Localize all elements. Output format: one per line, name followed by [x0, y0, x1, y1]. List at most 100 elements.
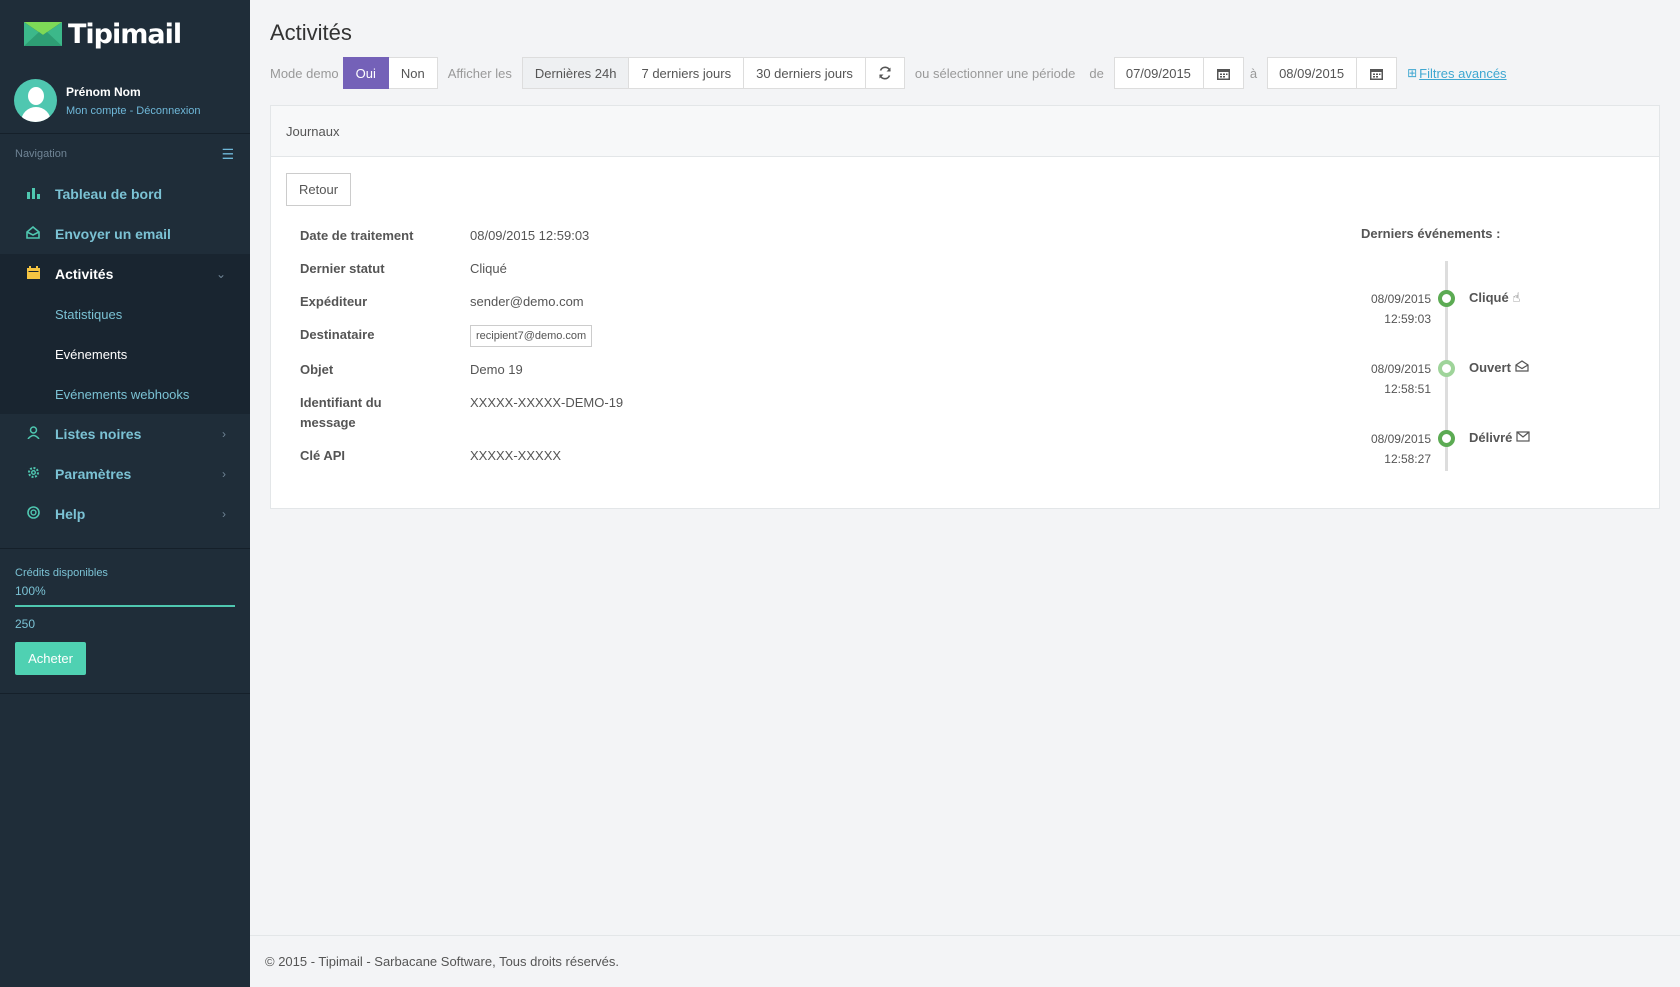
sidebar-subitem-webhook-events[interactable]: Evénements webhooks	[0, 374, 250, 414]
detail-row: Date de traitement 08/09/2015 12:59:03	[300, 226, 820, 246]
detail-key: Identifiant du message	[300, 395, 382, 430]
sidebar-item-send-email[interactable]: Envoyer un email	[0, 214, 250, 254]
from-calendar-button[interactable]	[1203, 57, 1244, 89]
brand-logo[interactable]: Tipimail	[0, 0, 250, 68]
sidebar-item-label: Help	[55, 506, 86, 522]
calendar-icon	[1370, 68, 1384, 80]
logs-panel: Journaux Retour Date de traitement 08/09…	[270, 105, 1660, 509]
brand-name: Tipimail	[68, 18, 182, 50]
events-timeline: 08/09/2015 12:59:03 Cliqué ☝ 08/09/2015 …	[1361, 261, 1661, 471]
copyright-text: © 2015 - Tipimail - Sarbacane Software, …	[265, 954, 619, 969]
demo-yes-button[interactable]: Oui	[342, 57, 389, 89]
chevron-right-icon: ›	[222, 507, 226, 521]
timeline-event: 08/09/2015 12:59:03 Cliqué ☝	[1361, 286, 1661, 326]
detail-row: Objet Demo 19	[300, 360, 820, 380]
envelope-icon	[1516, 431, 1530, 442]
event-date: 08/09/2015	[1370, 362, 1431, 376]
sidebar-item-dashboard[interactable]: Tableau de bord	[0, 174, 250, 214]
plus-square-icon[interactable]: ⊞	[1407, 66, 1417, 80]
sidebar-item-help[interactable]: Help ›	[0, 494, 250, 534]
user-block: Prénom Nom Mon compte - Déconnexion	[0, 68, 250, 134]
gear-icon	[24, 466, 42, 482]
sidebar-item-blacklists[interactable]: Listes noires ›	[0, 414, 250, 454]
detail-key: Dernier statut	[300, 261, 385, 276]
to-calendar-button[interactable]	[1357, 57, 1398, 89]
envelope-open-icon	[1514, 360, 1529, 372]
event-date: 08/09/2015	[1370, 292, 1431, 306]
panel-title: Journaux	[271, 106, 1659, 157]
period-label: ou sélectionner une période	[914, 65, 1076, 81]
refresh-button[interactable]	[865, 57, 905, 89]
sidebar-item-label: Envoyer un email	[55, 226, 171, 242]
user-name: Prénom Nom	[66, 84, 141, 99]
sidebar-subitem-statistics[interactable]: Statistiques	[0, 294, 250, 334]
sidebar-item-label: Listes noires	[55, 426, 142, 442]
detail-key: Clé API	[300, 448, 346, 463]
detail-row: Dernier statut Cliqué	[300, 259, 820, 279]
avatar[interactable]	[14, 79, 57, 122]
sidebar: Tipimail Prénom Nom Mon compte - Déconne…	[0, 0, 250, 987]
envelope-open-icon	[24, 225, 42, 242]
nav-heading: Navigation ☰	[0, 134, 250, 174]
recipient-tag: recipient7@demo.com	[470, 325, 593, 347]
detail-key: Expéditeur	[300, 294, 368, 309]
demo-mode-label: Mode demo	[270, 65, 339, 81]
lifebuoy-icon	[24, 506, 42, 522]
timeline-event: 08/09/2015 12:58:51 Ouvert	[1361, 356, 1661, 396]
to-date-input[interactable]: 08/09/2015	[1267, 57, 1358, 89]
detail-value: Demo 19	[470, 362, 523, 377]
events-title: Derniers événements :	[1361, 226, 1501, 241]
chevron-down-icon: ⌄	[215, 267, 226, 281]
event-details: Date de traitement 08/09/2015 12:59:03 D…	[300, 226, 820, 466]
event-time: 12:58:27	[1384, 452, 1431, 466]
detail-key: Objet	[300, 362, 334, 377]
pointer-hand-icon: ☝	[1512, 290, 1521, 305]
credits-label: Crédits disponibles	[15, 567, 108, 579]
detail-value: Cliqué	[470, 261, 507, 276]
detail-row: Clé API XXXXX-XXXXX	[300, 446, 820, 466]
menu-collapse-icon[interactable]: ☰	[221, 146, 234, 163]
logo-envelope-icon	[24, 22, 62, 46]
timeline-event: 08/09/2015 12:58:27 Délivré	[1361, 426, 1661, 466]
sidebar-item-label: Paramètres	[55, 466, 132, 482]
calendar-icon	[1216, 68, 1230, 80]
advanced-filters-link[interactable]: Filtres avancés	[1419, 66, 1506, 81]
to-label: à	[1249, 65, 1258, 81]
sidebar-item-label: Activités	[55, 266, 114, 282]
back-button[interactable]: Retour	[286, 173, 352, 206]
detail-row: Destinataire recipient7@demo.com	[300, 325, 820, 347]
range-24h-button[interactable]: Dernières 24h	[521, 57, 630, 89]
chevron-right-icon: ›	[222, 427, 226, 441]
detail-value: 08/09/2015 12:59:03	[470, 228, 590, 243]
event-date: 08/09/2015	[1370, 432, 1431, 446]
page-title: Activités	[270, 20, 352, 45]
detail-value: XXXXX-XXXXX	[470, 448, 562, 463]
event-time: 12:58:51	[1384, 382, 1431, 396]
from-label: de	[1089, 65, 1104, 81]
from-date-input[interactable]: 07/09/2015	[1113, 57, 1204, 89]
sidebar-item-activities[interactable]: Activités ⌄	[0, 254, 250, 294]
detail-row: Expéditeur sender@demo.com	[300, 292, 820, 312]
range-7d-button[interactable]: 7 derniers jours	[629, 57, 745, 89]
event-name: Ouvert	[1469, 360, 1511, 375]
detail-value: sender@demo.com	[470, 294, 584, 309]
sidebar-subitem-events[interactable]: Evénements	[0, 334, 250, 374]
event-name: Délivré	[1469, 430, 1513, 445]
footer: © 2015 - Tipimail - Sarbacane Software, …	[250, 935, 1680, 987]
calendar-icon	[24, 266, 42, 282]
credits-amount: 250	[15, 617, 36, 631]
status-dot	[1438, 360, 1455, 377]
detail-row: Identifiant du message XXXXX-XXXXX-DEMO-…	[300, 393, 820, 433]
range-30d-button[interactable]: 30 derniers jours	[744, 57, 866, 89]
status-dot	[1438, 290, 1455, 307]
demo-no-button[interactable]: Non	[388, 57, 438, 89]
credits-panel: Crédits disponibles 100% 250 Acheter	[0, 548, 250, 694]
account-links[interactable]: Mon compte - Déconnexion	[66, 105, 201, 117]
buy-button[interactable]: Acheter	[15, 642, 86, 675]
refresh-icon	[879, 66, 891, 80]
credits-percent: 100%	[15, 584, 46, 598]
main-content: Activités Mode demo Oui Non Afficher les…	[250, 0, 1680, 987]
user-icon	[24, 426, 42, 442]
detail-value: XXXXX-XXXXX-DEMO-19	[470, 395, 624, 410]
sidebar-item-settings[interactable]: Paramètres ›	[0, 454, 250, 494]
